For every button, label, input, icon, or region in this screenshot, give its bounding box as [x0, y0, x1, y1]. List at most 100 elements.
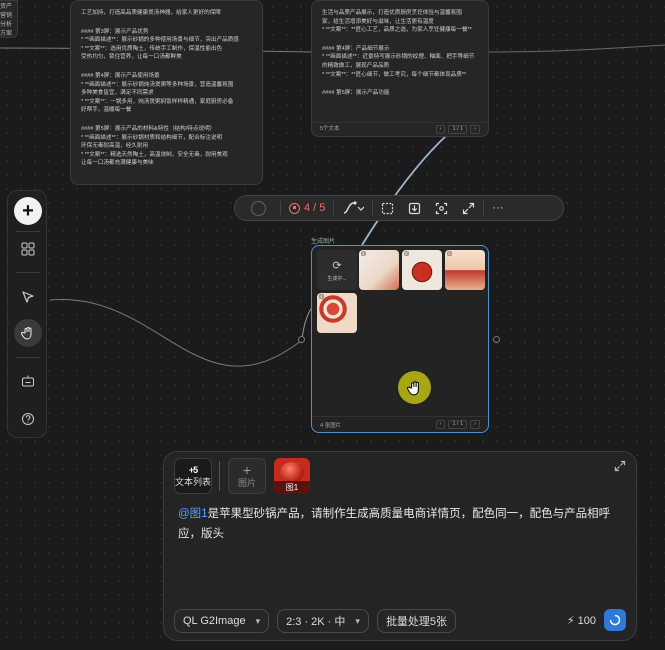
text-line: * **画面描述**：展示砂锅炖汤煲粥等多种场景，营造温馨氛围 — [81, 81, 234, 88]
pan-tool-button[interactable] — [14, 319, 42, 347]
model-select[interactable]: QL G2Image ▾ — [174, 609, 270, 633]
page-indicator: 1 / 1 — [448, 420, 468, 429]
text-line — [322, 35, 478, 45]
hand-cursor-icon — [398, 371, 431, 404]
text-count: 5个文本 — [320, 126, 340, 133]
toolbar-divider — [16, 357, 40, 358]
toolbar-divider — [16, 272, 40, 273]
prev-page-button[interactable]: ‹ — [435, 420, 446, 429]
text-line: * **文案**：**匠心工艺，品质之选，为家人烹饪健康每一餐** — [322, 27, 472, 34]
add-node-button[interactable]: + — [14, 197, 42, 225]
text-line: 家，给生活增添美好与滋味，让生活更有温度 — [322, 18, 434, 25]
pointer-icon — [22, 291, 34, 303]
color-ring-icon — [251, 200, 266, 216]
text-node-card[interactable]: 工艺加持，打造高品质健康煲汤神器，给家人更好的保障 #### 第3屏：展示产品优势… — [70, 0, 263, 185]
expand-icon — [463, 202, 475, 214]
generate-button[interactable] — [604, 609, 626, 631]
prompt-composer: +5 文本列表 + 图片 图1 @图1是苹果型砂锅产品，请制作生成高质量电商详情… — [163, 451, 637, 641]
screenshot-button[interactable] — [435, 198, 448, 218]
download-button[interactable] — [408, 198, 421, 218]
crop-button[interactable] — [381, 198, 394, 218]
download-icon — [409, 202, 421, 214]
toolbar-divider — [16, 231, 40, 232]
text-line — [322, 79, 478, 89]
params-value: 2:3 · 2K · 中 — [286, 616, 346, 628]
image-mention[interactable]: @图1 — [178, 508, 208, 520]
assistant-button[interactable] — [14, 367, 42, 395]
prompt-text: 是苹果型砂锅产品，请制作生成高质量电商详情页，配色同一，配色与产品相呼应，版头 — [178, 508, 611, 540]
text-line: 环保无毒耐高温，经久耐用 — [81, 143, 149, 150]
text-line: 好帮手，温暖每一餐 — [81, 107, 132, 114]
reference-label: 图1 — [274, 481, 310, 494]
fullscreen-button[interactable] — [462, 198, 475, 218]
generated-image-4[interactable]: 4 — [317, 293, 357, 333]
text-line: 多种美食皆宜，满足不同需求 — [81, 90, 154, 97]
text-count-badge: +5 — [188, 464, 198, 475]
add-image-button[interactable]: + 图片 — [228, 458, 266, 494]
text-list-node-card[interactable]: 生活与品质产品展示，打造优质厨房烹饪体验与温馨氛围 家，给生活增添美好与滋味，让生… — [311, 0, 489, 137]
text-line: #### 第5屏：展示产品功能 — [322, 90, 390, 97]
edge-line: 分析 — [0, 22, 13, 28]
reference-thumbnail — [280, 462, 304, 482]
credits-cost: ⚡ 100 — [567, 614, 596, 628]
card-footer: 5个文本 ‹ 1 / 1 › — [312, 122, 488, 136]
partial-node-card[interactable]: 资产 营销 分析 方案 — [0, 0, 18, 38]
text-line: * **文案**：一锅多用，炖汤煲粥焖饭样样精通，家庭厨房必备 — [81, 98, 234, 105]
toolbar-divider — [280, 201, 281, 215]
text-line: * **画面描述**：展示砂锅的多种使用场景与细节，突出产品质感 — [81, 37, 239, 44]
toolbar-divider — [372, 201, 374, 215]
image-tag: 1 — [361, 251, 366, 256]
generated-image-3[interactable]: 3 — [445, 250, 485, 290]
grid-view-button[interactable] — [14, 235, 42, 263]
connector-style-button[interactable] — [342, 198, 365, 218]
stop-icon — [289, 202, 300, 214]
next-page-button[interactable]: › — [470, 125, 480, 134]
prev-page-button[interactable]: ‹ — [435, 125, 446, 134]
stop-generation-button[interactable]: 4 / 5 — [289, 198, 325, 218]
input-port[interactable] — [298, 336, 305, 343]
reference-image-chip[interactable]: 图1 — [274, 458, 310, 494]
color-picker-button[interactable] — [247, 198, 272, 218]
params-select[interactable]: 2:3 · 2K · 中 ▾ — [277, 609, 369, 633]
more-icon: ··· — [492, 202, 504, 214]
text-list-chip[interactable]: +5 文本列表 — [174, 458, 212, 494]
text-line: #### 第5屏：展示产品的材料&特性（结构/特点说明） — [81, 125, 216, 132]
output-port[interactable] — [493, 336, 500, 343]
generated-image-1[interactable]: 1 — [359, 250, 399, 290]
prompt-input[interactable]: @图1是苹果型砂锅产品，请制作生成高质量电商详情页，配色同一，配色与产品相呼应，… — [178, 504, 628, 544]
loading-spinner-icon — [609, 614, 621, 626]
image-tag: 4 — [319, 294, 324, 299]
next-page-button[interactable]: › — [470, 420, 480, 429]
text-line — [81, 62, 252, 72]
canvas[interactable]: 资产 营销 分析 方案 工艺加持，打造高品质健康煲汤神器，给家人更好的保障 ###… — [0, 0, 665, 650]
plus-icon: + — [242, 461, 252, 478]
credits-value: 100 — [577, 614, 596, 627]
text-line: * **文案**：精选天然陶土，高温烧制，安全无毒，耐用美观 — [81, 151, 228, 158]
edge-line: 方案 — [0, 31, 13, 37]
image-slot-loading: ⟳ 生成中... — [317, 250, 357, 290]
text-line — [81, 18, 252, 28]
more-button[interactable]: ··· — [492, 198, 503, 218]
robot-icon — [22, 375, 34, 387]
expand-composer-button[interactable] — [614, 460, 626, 475]
text-line: * **画面描述**：展示砂锅材质和结构细节，配合标注说明 — [81, 134, 223, 141]
batch-label: 批量处理5张 — [385, 616, 448, 628]
plus-icon: + — [22, 199, 34, 222]
grid-icon — [21, 242, 35, 256]
loading-text: 生成中... — [327, 275, 347, 282]
hand-icon — [21, 327, 32, 340]
image-tag: 3 — [447, 251, 452, 256]
text-line: 的精致做工，展现产品品质 — [322, 62, 390, 69]
node-title: 生成图片 — [311, 239, 336, 245]
batch-button[interactable]: 批量处理5张 — [376, 609, 457, 633]
crop-icon — [382, 202, 394, 214]
select-tool-button[interactable] — [14, 283, 42, 311]
add-image-label: 图片 — [237, 477, 256, 488]
chevron-down-icon: ▾ — [255, 615, 261, 626]
text-line — [81, 115, 252, 125]
generated-image-2[interactable]: 2 — [402, 250, 442, 290]
help-button[interactable] — [14, 405, 42, 433]
text-line: #### 第3屏：展示产品优势 — [81, 28, 149, 35]
node-toolbar: 4 / 5 ··· — [234, 195, 564, 221]
image-generation-node[interactable]: ⟳ 生成中... 1 2 3 4 4 张图片 ‹ 1 / 1 › — [311, 245, 489, 433]
